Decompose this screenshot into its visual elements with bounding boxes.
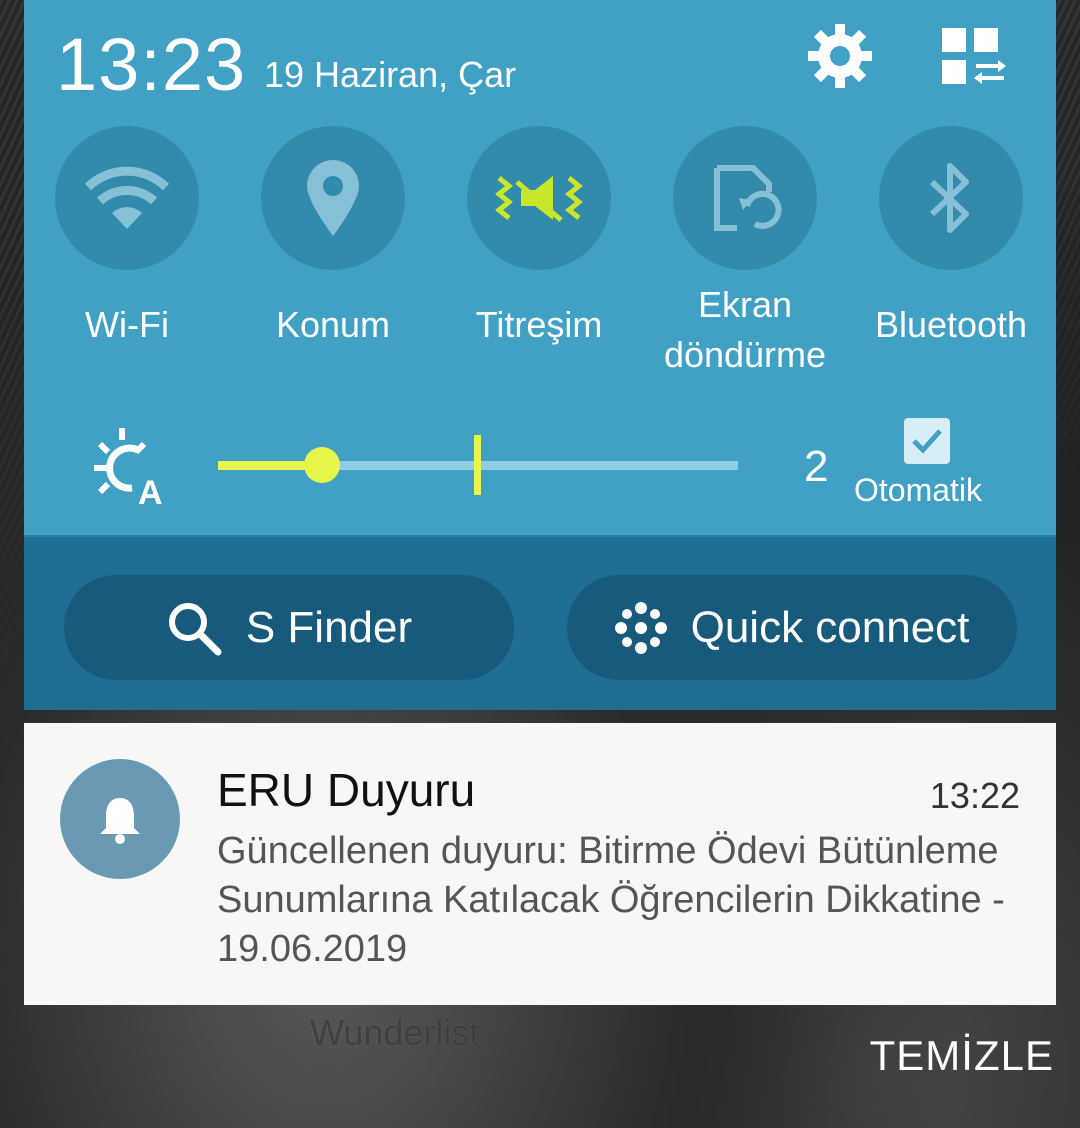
toggle-rotation[interactable]: Ekran döndürme: [642, 126, 848, 380]
search-icon: [168, 602, 222, 655]
grid-edit-icon[interactable]: [936, 22, 1008, 94]
brightness-value: 2: [804, 442, 829, 491]
rotate-icon: [714, 165, 782, 231]
notification-time: 13:22: [929, 775, 1020, 816]
notification-title: ERU Duyuru: [217, 764, 476, 816]
toggle-location[interactable]: Konum: [230, 126, 436, 350]
quick-connect-button[interactable]: Quick connect: [567, 575, 1017, 680]
quick-connect-label: Quick connect: [690, 602, 970, 652]
toggle-location-label: Konum: [275, 304, 391, 345]
toggle-vibration-button[interactable]: [467, 126, 611, 270]
quick-panel: 13:23 19 Haziran, Çar Wi-Fi Konum Titreş…: [24, 0, 1056, 710]
location-icon: [307, 160, 359, 236]
sfinder-label: S Finder: [245, 602, 413, 652]
clock: 13:23: [56, 23, 247, 106]
gear-icon[interactable]: [804, 20, 876, 92]
notification-app-avatar: [60, 759, 180, 879]
toggle-location-button[interactable]: [261, 126, 405, 270]
toggle-vibration[interactable]: Titreşim: [436, 126, 642, 350]
toggle-rotation-label-line1: Ekran: [697, 284, 793, 325]
bell-icon: [100, 798, 140, 844]
toggle-rotation-label-line2: döndürme: [663, 334, 827, 375]
quick-panel-top: 13:23 19 Haziran, Çar Wi-Fi Konum Titreş…: [24, 0, 1056, 535]
bluetooth-icon: [929, 163, 969, 233]
auto-brightness-label: Otomatik: [854, 472, 983, 508]
brightness-auto-icon: A: [88, 426, 168, 512]
quick-connect-icon: [614, 601, 667, 654]
toggle-vibration-label: Titreşim: [475, 304, 603, 345]
toggle-wifi-button[interactable]: [55, 126, 199, 270]
auto-brightness-checkbox[interactable]: [904, 418, 950, 464]
date: 19 Haziran, Çar: [264, 54, 517, 95]
toggle-bluetooth-label: Bluetooth: [874, 304, 1028, 345]
toggle-rotation-label: Ekran döndürme: [642, 280, 848, 380]
notification-body: Güncellenen duyuru: Bitirme Ödevi Bütünl…: [217, 830, 1005, 970]
toggle-rotation-button[interactable]: [673, 126, 817, 270]
vibrate-icon: [494, 176, 584, 222]
toggle-wifi-label: Wi-Fi: [85, 304, 169, 345]
svg-text:A: A: [138, 474, 163, 506]
brightness-slider-thumb[interactable]: [304, 447, 340, 483]
notification-card[interactable]: ERU Duyuru 13:22 Güncellenen duyuru: Bit…: [24, 723, 1056, 1005]
checkmark-icon: [912, 429, 942, 454]
background-app-label: Wunderlist: [310, 1012, 480, 1053]
toggle-bluetooth-button[interactable]: [879, 126, 1023, 270]
sfinder-button[interactable]: S Finder: [64, 575, 514, 680]
quick-panel-actions: S Finder Quick connect: [24, 535, 1056, 710]
toggle-bluetooth[interactable]: Bluetooth: [848, 126, 1054, 350]
toggle-wifi[interactable]: Wi-Fi: [24, 126, 230, 350]
wifi-icon: [84, 166, 170, 229]
clear-button[interactable]: TEMİZLE: [870, 1032, 1054, 1080]
brightness-auto-marker: [474, 435, 481, 495]
